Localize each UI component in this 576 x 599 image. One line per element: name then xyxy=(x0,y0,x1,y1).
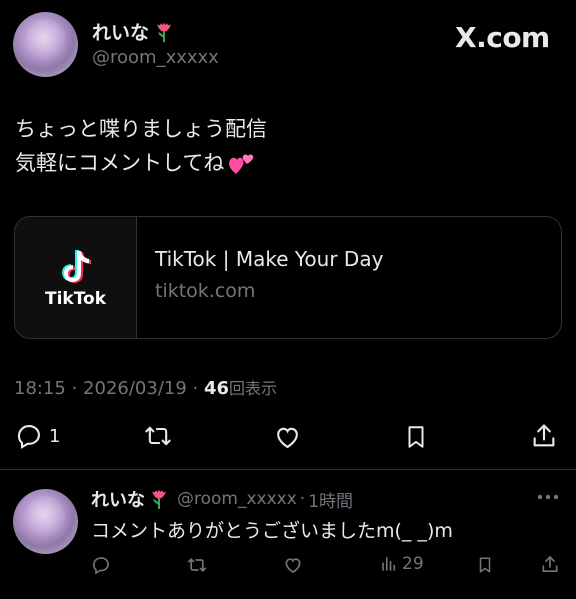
tulip-emoji-icon xyxy=(153,20,175,44)
reply-header: れいな @room_xxxxx · 1時間 xyxy=(91,486,353,512)
share-icon xyxy=(542,556,558,572)
views-label: 回表示 xyxy=(229,379,278,398)
tiktok-thumbnail[interactable]: TikTok xyxy=(15,217,137,338)
reply-count: 1 xyxy=(49,425,61,447)
reply-retweet-button[interactable] xyxy=(186,555,208,575)
reply-share-button[interactable] xyxy=(540,554,560,575)
views-count: 46 xyxy=(203,378,230,399)
author-handle[interactable]: @room_xxxxx xyxy=(92,47,219,68)
reply-time[interactable]: 1時間 xyxy=(308,487,353,512)
retweet-icon xyxy=(187,558,207,572)
tweet-text-line-1: ちょっと喋りましょう配信 xyxy=(15,117,267,141)
reply-like-button[interactable] xyxy=(283,555,303,575)
share-button[interactable] xyxy=(530,421,558,451)
bookmark-icon xyxy=(479,557,491,573)
more-options-button[interactable] xyxy=(536,492,560,502)
reply-author-handle[interactable]: @room_xxxxx xyxy=(177,489,297,509)
reply-author-avatar[interactable] xyxy=(13,489,78,554)
more-icon xyxy=(537,494,559,500)
reply-views-button[interactable]: 29 xyxy=(380,554,424,574)
bookmark-icon xyxy=(408,426,424,448)
divider xyxy=(0,469,576,470)
link-card[interactable]: TikTok TikTok | Make Your Day tiktok.com xyxy=(14,216,562,339)
reply-reply-button[interactable] xyxy=(91,555,111,575)
heart-icon xyxy=(277,427,298,449)
tiktok-logo-icon xyxy=(57,247,93,287)
site-logo: X.com xyxy=(455,21,550,54)
reply-icon xyxy=(92,557,109,575)
card-title[interactable]: TikTok | Make Your Day xyxy=(155,247,383,271)
tiktok-thumb-label: TikTok xyxy=(44,289,107,309)
like-button[interactable] xyxy=(273,423,302,451)
tweet-text: ちょっと喋りましょう配信 気軽にコメントしてね xyxy=(15,112,267,180)
card-domain[interactable]: tiktok.com xyxy=(155,280,255,302)
views-chart-icon xyxy=(382,557,396,571)
retweet-button[interactable] xyxy=(143,422,173,450)
author-avatar[interactable] xyxy=(13,12,78,77)
tweet-date[interactable]: 2026/03/19 xyxy=(83,378,187,399)
reply-bookmark-button[interactable] xyxy=(476,555,494,575)
tweet-text-line-2: 気軽にコメントしてね xyxy=(15,151,225,175)
author-display-name[interactable]: れいな xyxy=(92,18,149,45)
heart-icon xyxy=(285,558,301,574)
reply-views-count: 29 xyxy=(402,554,424,574)
reply-button[interactable]: 1 xyxy=(15,422,60,450)
tulip-emoji-icon xyxy=(148,487,170,511)
share-icon xyxy=(533,424,555,447)
tweet-time[interactable]: 18:15 xyxy=(14,378,66,399)
reply-author-display-name[interactable]: れいな xyxy=(91,486,145,512)
reply-text: コメントありがとうございましたm(_ _)m xyxy=(91,520,453,542)
retweet-icon xyxy=(145,426,171,446)
reply-icon xyxy=(17,425,40,449)
tweet-meta: 18:15 · 2026/03/19 · 46回表示 xyxy=(14,378,278,399)
bookmark-button[interactable] xyxy=(403,422,429,452)
two-hearts-emoji-icon xyxy=(227,150,257,176)
